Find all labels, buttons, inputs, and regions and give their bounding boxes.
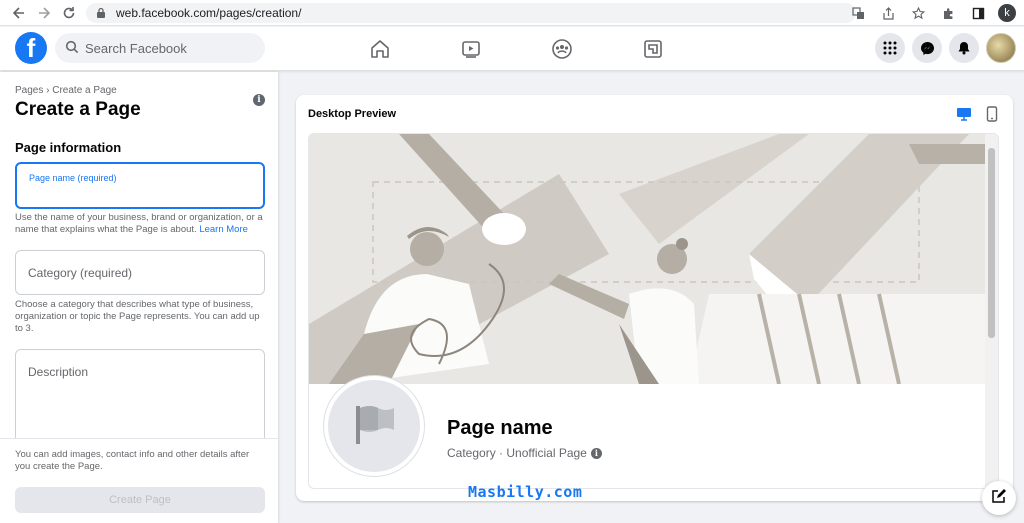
preview-scrollbar[interactable] xyxy=(985,134,998,488)
menu-grid-icon[interactable] xyxy=(875,33,905,63)
browser-toolbar: web.facebook.com/pages/creation/ k xyxy=(0,0,1024,26)
category-field[interactable]: Category (required) xyxy=(15,250,265,295)
facebook-logo[interactable]: f xyxy=(15,32,47,64)
lock-icon xyxy=(96,7,108,19)
info-icon[interactable]: i xyxy=(253,94,265,106)
extensions-icon[interactable] xyxy=(938,3,958,23)
account-avatar[interactable] xyxy=(986,33,1016,63)
create-page-button[interactable]: Create Page xyxy=(15,487,265,513)
page-name-field[interactable]: Page name (required) xyxy=(15,162,265,209)
section-heading: Page information xyxy=(15,140,122,155)
mobile-icon[interactable] xyxy=(986,106,998,122)
search-placeholder: Search Facebook xyxy=(85,40,187,56)
search-input[interactable]: Search Facebook xyxy=(55,33,265,63)
info-icon[interactable]: i xyxy=(590,447,602,459)
share-icon[interactable] xyxy=(878,3,898,23)
side-panel-icon[interactable] xyxy=(968,3,988,23)
page-name-help: Use the name of your business, brand or … xyxy=(15,212,263,235)
breadcrumb[interactable]: Pages › Create a Page xyxy=(15,85,117,96)
profile-picture-placeholder xyxy=(324,376,424,476)
translate-icon[interactable] xyxy=(848,3,868,23)
forward-icon[interactable] xyxy=(33,2,55,24)
category-placeholder: Category (required) xyxy=(28,266,133,280)
scroll-thumb[interactable] xyxy=(988,148,995,338)
reload-icon[interactable] xyxy=(58,2,80,24)
back-icon[interactable] xyxy=(8,2,30,24)
facebook-header: f Search Facebook xyxy=(0,27,1024,71)
footer-text: You can add images, contact info and oth… xyxy=(15,449,250,472)
cover-illustration xyxy=(309,134,986,384)
new-message-button[interactable] xyxy=(982,481,1016,515)
search-icon xyxy=(65,40,79,57)
groups-icon[interactable] xyxy=(550,37,574,61)
messenger-icon[interactable] xyxy=(912,33,942,63)
learn-more-link[interactable]: Learn More xyxy=(199,224,248,235)
home-icon[interactable] xyxy=(368,37,392,61)
watch-icon[interactable] xyxy=(459,37,483,61)
flag-icon xyxy=(350,402,398,451)
description-field[interactable]: Description xyxy=(15,349,265,449)
desktop-icon[interactable] xyxy=(956,107,972,121)
category-help: Choose a category that describes what ty… xyxy=(15,299,260,334)
gaming-icon[interactable] xyxy=(641,37,665,61)
preview-label: Desktop Preview xyxy=(308,108,397,120)
preview-page-name: Page name xyxy=(447,417,553,439)
preview-frame: Page name Category · Unofficial Page i xyxy=(308,133,999,489)
preview-page-category: Category · Unofficial Page i xyxy=(447,446,602,460)
watermark-text: Masbilly.com xyxy=(468,483,583,501)
compose-icon xyxy=(991,488,1007,509)
address-bar[interactable]: web.facebook.com/pages/creation/ xyxy=(86,3,856,23)
bookmark-star-icon[interactable] xyxy=(908,3,928,23)
page-title: Create a Page xyxy=(15,99,141,120)
browser-profile-avatar[interactable]: k xyxy=(998,4,1016,22)
create-page-panel: Pages › Create a Page Create a Page i Pa… xyxy=(0,72,278,523)
description-placeholder: Description xyxy=(28,365,89,379)
url-text: web.facebook.com/pages/creation/ xyxy=(116,6,302,20)
desktop-preview-card: Desktop Preview Page name Category · Uno… xyxy=(296,95,1013,501)
page-name-label: Page name (required) xyxy=(29,173,117,183)
notifications-bell-icon[interactable] xyxy=(949,33,979,63)
